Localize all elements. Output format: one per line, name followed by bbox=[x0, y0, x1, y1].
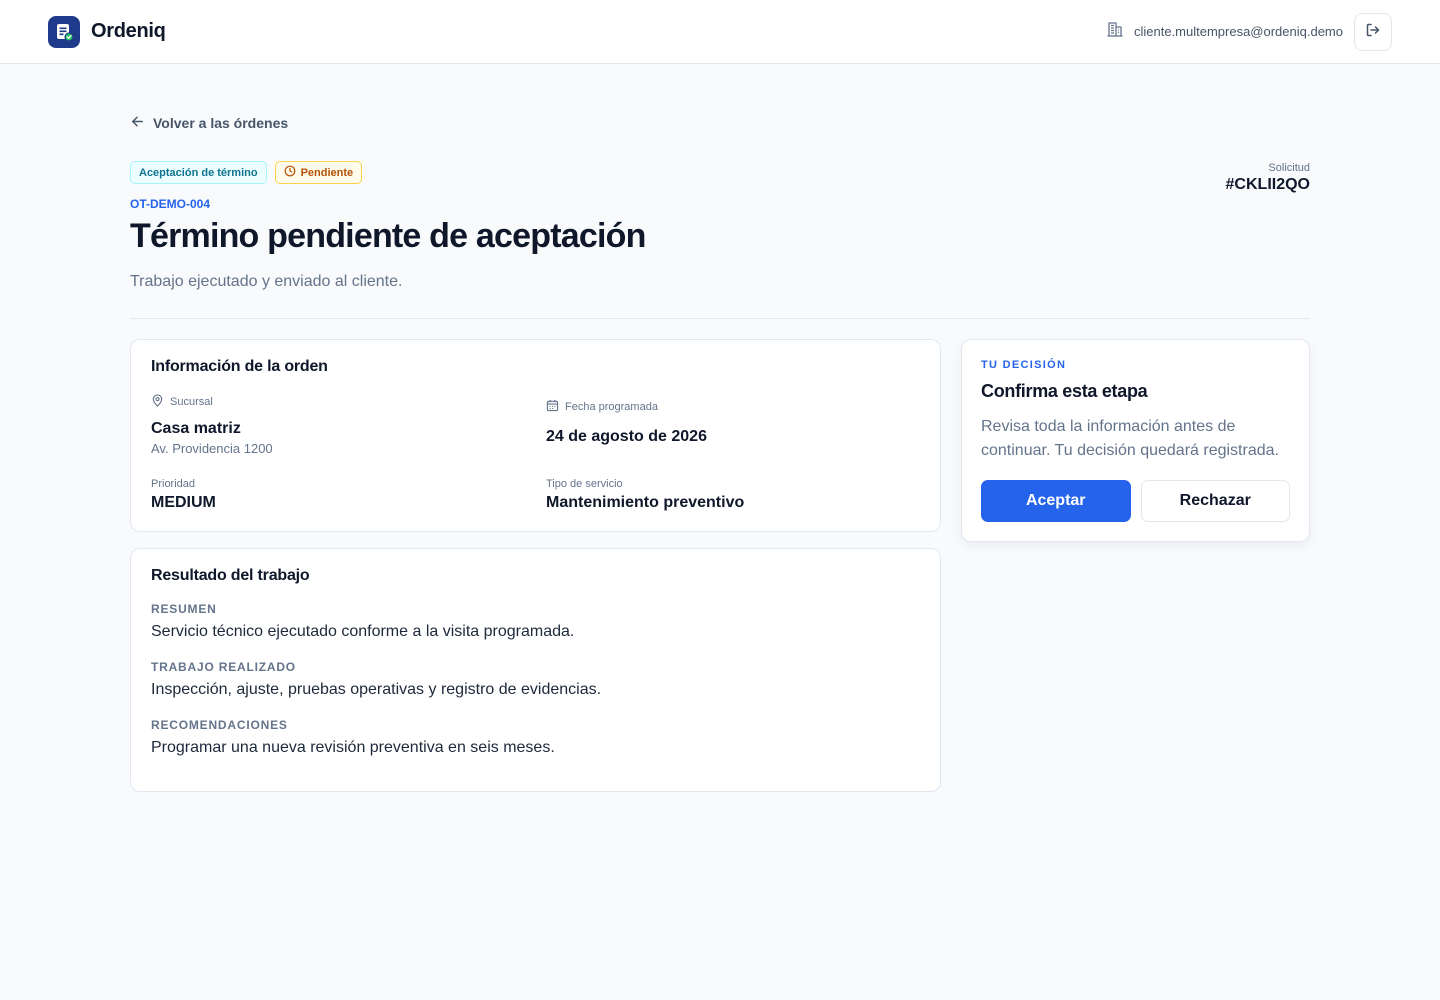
date-label: Fecha programada bbox=[565, 401, 658, 413]
request-id: #CKLII2QO bbox=[1225, 176, 1310, 193]
status-badge-label: Pendiente bbox=[300, 166, 354, 179]
priority-label: Prioridad bbox=[151, 478, 196, 490]
priority-info: Prioridad MEDIUM bbox=[151, 478, 546, 512]
decision-actions: Aceptar Rechazar bbox=[981, 480, 1290, 522]
left-column: Información de la orden Sucursal Casa ma… bbox=[130, 339, 941, 792]
branch-address: Av. Providencia 1200 bbox=[151, 441, 273, 456]
calendar-icon bbox=[546, 399, 559, 415]
user-area: cliente.multempresa@ordeniq.demo bbox=[1106, 12, 1392, 51]
decision-title: Confirma esta etapa bbox=[981, 381, 1148, 401]
result-section: RESUMEN Servicio técnico ejecutado confo… bbox=[151, 602, 920, 641]
status-badge: Pendiente bbox=[274, 161, 363, 184]
recommendations-text: Programar una nueva revisión preventiva … bbox=[151, 739, 555, 756]
divider bbox=[130, 318, 1310, 319]
result-section: RECOMENDACIONES Programar una nueva revi… bbox=[151, 718, 920, 757]
work-result-card: Resultado del trabajo RESUMEN Servicio t… bbox=[130, 548, 941, 792]
service-label: Tipo de servicio bbox=[546, 478, 623, 490]
work-result-title: Resultado del trabajo bbox=[151, 567, 310, 584]
request-label: Solicitud bbox=[1268, 162, 1310, 174]
decision-text: Revisa toda la información antes de cont… bbox=[981, 418, 1279, 459]
order-info-grid: Sucursal Casa matriz Av. Providencia 120… bbox=[151, 394, 920, 512]
content-grid: Información de la orden Sucursal Casa ma… bbox=[130, 339, 1310, 792]
back-to-orders-link[interactable]: Volver a las órdenes bbox=[130, 114, 288, 132]
order-info-title: Información de la orden bbox=[151, 358, 328, 375]
logout-icon bbox=[1365, 22, 1381, 41]
service-info: Tipo de servicio Mantenimiento preventiv… bbox=[546, 478, 920, 512]
order-header: Aceptación de término Pendiente OT-DEMO-… bbox=[130, 161, 1310, 291]
work-done-text: Inspección, ajuste, pruebas operativas y… bbox=[151, 681, 602, 698]
branch-label: Sucursal bbox=[170, 396, 213, 408]
clock-icon bbox=[284, 165, 296, 180]
decision-eyebrow: TU DECISIÓN bbox=[981, 359, 1067, 371]
date-info: Fecha programada 24 de agosto de 2026 bbox=[546, 394, 920, 456]
reject-button[interactable]: Rechazar bbox=[1140, 480, 1290, 522]
service-value: Mantenimiento preventivo bbox=[546, 494, 745, 511]
main-content: Volver a las órdenes Aceptación de térmi… bbox=[130, 64, 1310, 792]
request-info: Solicitud #CKLII2QO bbox=[1226, 161, 1310, 291]
back-link-label: Volver a las órdenes bbox=[153, 115, 289, 131]
logout-button[interactable] bbox=[1354, 12, 1392, 51]
page-subtitle: Trabajo ejecutado y enviado al cliente. bbox=[130, 273, 403, 290]
map-pin-icon bbox=[151, 394, 164, 410]
document-check-icon bbox=[48, 15, 80, 48]
priority-value: MEDIUM bbox=[151, 494, 216, 511]
result-section: TRABAJO REALIZADO Inspección, ajuste, pr… bbox=[151, 660, 920, 699]
order-code: OT-DEMO-004 bbox=[130, 197, 211, 211]
top-bar: Ordeniq cliente.multempresa@ordeniq.demo bbox=[0, 0, 1440, 64]
order-heading: Aceptación de término Pendiente OT-DEMO-… bbox=[130, 161, 646, 291]
brand-name: Ordeniq bbox=[91, 20, 166, 42]
recommendations-label: RECOMENDACIONES bbox=[151, 718, 288, 732]
building-icon bbox=[1106, 20, 1124, 43]
branch-value: Casa matriz bbox=[151, 420, 241, 437]
work-done-label: TRABAJO REALIZADO bbox=[151, 660, 296, 674]
branch-info: Sucursal Casa matriz Av. Providencia 120… bbox=[151, 394, 546, 456]
brand[interactable]: Ordeniq bbox=[48, 15, 166, 48]
accept-button[interactable]: Aceptar bbox=[981, 480, 1131, 522]
decision-card: TU DECISIÓN Confirma esta etapa Revisa t… bbox=[961, 339, 1310, 542]
date-value: 24 de agosto de 2026 bbox=[546, 428, 707, 445]
summary-label: RESUMEN bbox=[151, 602, 217, 616]
page-title: Término pendiente de aceptación bbox=[130, 217, 646, 255]
user-email: cliente.multempresa@ordeniq.demo bbox=[1133, 24, 1343, 39]
order-info-card: Información de la orden Sucursal Casa ma… bbox=[130, 339, 941, 532]
stage-badge: Aceptación de término bbox=[130, 161, 267, 184]
arrow-left-icon bbox=[130, 114, 145, 132]
badges: Aceptación de término Pendiente bbox=[130, 161, 646, 184]
summary-text: Servicio técnico ejecutado conforme a la… bbox=[151, 623, 575, 640]
